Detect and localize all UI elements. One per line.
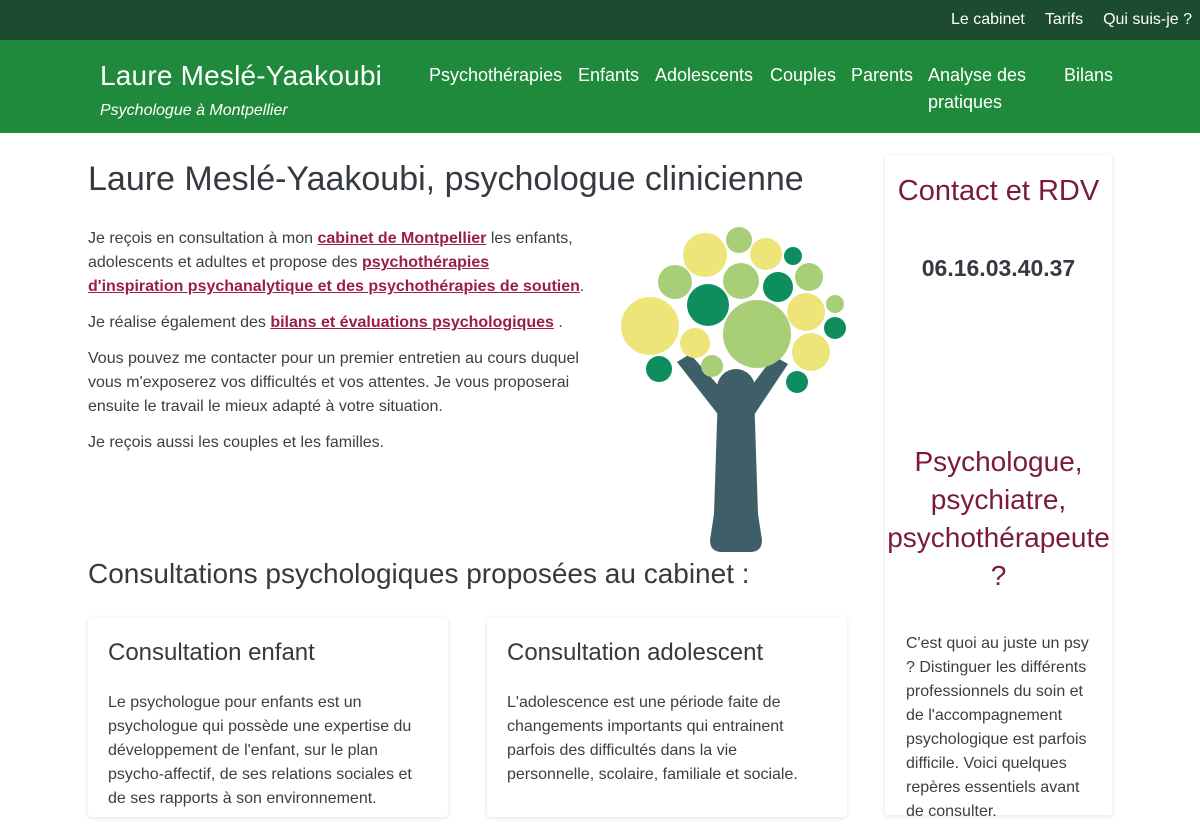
contact-title: Contact et RDV bbox=[897, 175, 1100, 207]
link-cabinet-montpellier[interactable]: cabinet de Montpellier bbox=[317, 230, 486, 247]
link-bilans[interactable]: bilans et évaluations psychologiques bbox=[270, 314, 554, 331]
brand-title[interactable]: Laure Meslé-Yaakoubi bbox=[100, 60, 382, 92]
phone-number[interactable]: 06.16.03.40.37 bbox=[885, 255, 1112, 282]
sidebar-heading: Psychologue, psychiatre, psychothérapeut… bbox=[887, 446, 1110, 591]
card-text: L'adolescence est une période faite de c… bbox=[507, 694, 798, 783]
card-consultation-enfant[interactable]: Consultation enfant Le psychologue pour … bbox=[88, 617, 448, 817]
card-title: Consultation adolescent bbox=[507, 639, 764, 666]
text: . bbox=[579, 278, 585, 295]
nav-psychotherapies[interactable]: Psychothérapies bbox=[429, 62, 562, 89]
nav-analyse-des-pratiques[interactable]: Analyse des pratiques bbox=[928, 62, 1048, 116]
topnav-tarifs[interactable]: Tarifs bbox=[1045, 11, 1083, 29]
nav-enfants[interactable]: Enfants bbox=[578, 62, 639, 89]
intro-paragraph-1: Je reçois en consultation à mon cabinet … bbox=[88, 227, 588, 299]
nav-bilans[interactable]: Bilans bbox=[1064, 62, 1113, 89]
text: Je reçois en consultation à mon bbox=[88, 230, 318, 247]
brand-subtitle: Psychologue à Montpellier bbox=[100, 102, 288, 119]
nav-couples[interactable]: Couples bbox=[770, 62, 836, 89]
card-consultation-adolescent[interactable]: Consultation adolescent L'adolescence es… bbox=[487, 617, 847, 817]
intro-text: Je reçois en consultation à mon cabinet … bbox=[88, 227, 588, 467]
nav-adolescents[interactable]: Adolescents bbox=[655, 62, 753, 89]
sidebar: Contact et RDV 06.16.03.40.37 Psychologu… bbox=[885, 155, 1112, 820]
page-title: Laure Meslé-Yaakoubi, psychologue clinic… bbox=[88, 160, 804, 198]
tree-logo-icon bbox=[621, 227, 846, 552]
text: Je réalise également des bbox=[88, 314, 271, 331]
intro-paragraph-4: Je reçois aussi les couples et les famil… bbox=[88, 434, 385, 451]
text: . bbox=[553, 314, 563, 331]
top-navbar: Le cabinet Tarifs Qui suis-je ? bbox=[0, 0, 1200, 40]
topnav-le-cabinet[interactable]: Le cabinet bbox=[951, 11, 1025, 29]
section-title: Consultations psychologiques proposées a… bbox=[88, 558, 750, 589]
card-title: Consultation enfant bbox=[108, 639, 315, 666]
main-navbar: Laure Meslé-Yaakoubi Psychologue à Montp… bbox=[0, 40, 1200, 133]
intro-paragraph-3: Vous pouvez me contacter pour un premier… bbox=[88, 350, 579, 415]
sidebar-text: C'est quoi au juste un psy ? Distinguer … bbox=[906, 635, 1089, 820]
card-text: Le psychologue pour enfants est un psych… bbox=[108, 694, 412, 807]
intro-paragraph-2: Je réalise également des bilans et évalu… bbox=[88, 311, 588, 335]
brand[interactable]: Laure Meslé-Yaakoubi Psychologue à Montp… bbox=[100, 60, 382, 120]
topnav-qui-suis-je[interactable]: Qui suis-je ? bbox=[1103, 11, 1192, 29]
nav-parents[interactable]: Parents bbox=[851, 62, 913, 89]
